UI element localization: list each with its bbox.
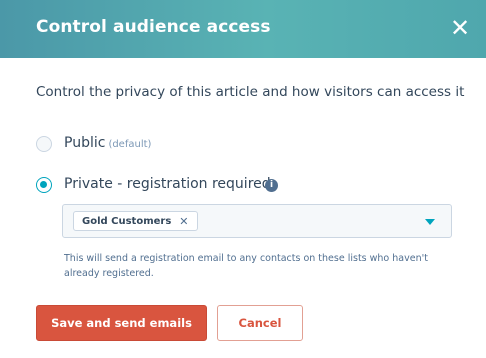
tag-label: Gold Customers bbox=[82, 215, 172, 227]
tag-remove-icon[interactable]: ✕ bbox=[179, 215, 188, 228]
help-text: This will send a registration email to a… bbox=[64, 253, 428, 279]
save-and-send-button[interactable]: Save and send emails bbox=[36, 305, 207, 341]
audience-access-modal: Control audience access ✕ Control the pr… bbox=[0, 0, 486, 358]
description-text: Control the privacy of this article and … bbox=[36, 84, 465, 100]
private-radio[interactable] bbox=[36, 177, 52, 193]
list-select[interactable]: Gold Customers ✕ bbox=[62, 204, 452, 238]
close-icon[interactable]: ✕ bbox=[448, 16, 472, 40]
selected-list-tag: Gold Customers ✕ bbox=[73, 211, 198, 231]
public-option-label[interactable]: Public (default) bbox=[64, 135, 151, 151]
radio-selected-dot bbox=[40, 181, 47, 188]
cancel-button[interactable]: Cancel bbox=[217, 305, 303, 341]
private-option-label[interactable]: Private - registration required bbox=[64, 176, 271, 192]
public-radio[interactable] bbox=[36, 136, 52, 152]
chevron-down-icon[interactable] bbox=[425, 219, 435, 225]
info-icon[interactable]: i bbox=[265, 179, 278, 192]
modal-header: Control audience access ✕ bbox=[0, 0, 486, 58]
public-label: Public bbox=[64, 135, 106, 151]
modal-title: Control audience access bbox=[36, 17, 271, 37]
default-hint: (default) bbox=[108, 139, 152, 150]
